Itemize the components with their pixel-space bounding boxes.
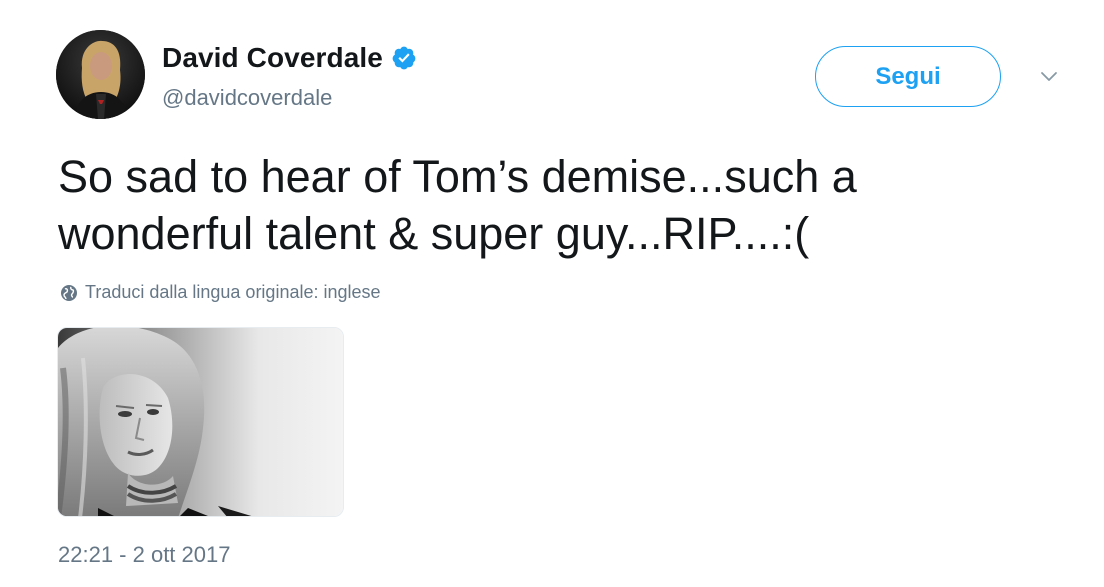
follow-button[interactable]: Segui bbox=[815, 46, 1001, 107]
avatar-image bbox=[56, 30, 145, 119]
author-name-row[interactable]: David Coverdale bbox=[162, 42, 417, 74]
tweet-text: So sad to hear of Tom’s demise...such a … bbox=[58, 148, 1038, 262]
tweet-text-line-2: wonderful talent & super guy...RIP....:( bbox=[58, 208, 810, 259]
author-avatar[interactable] bbox=[56, 30, 145, 119]
author-handle[interactable]: @davidcoverdale bbox=[162, 85, 332, 111]
author-display-name[interactable]: David Coverdale bbox=[162, 42, 383, 74]
verified-badge-icon bbox=[391, 45, 417, 71]
tweet-text-line-1: So sad to hear of Tom’s demise...such a bbox=[58, 151, 857, 202]
globe-icon bbox=[60, 284, 78, 302]
translate-label: Traduci dalla lingua originale: inglese bbox=[85, 282, 381, 302]
tweet-media-photo[interactable] bbox=[57, 327, 344, 517]
translate-link[interactable]: Traduci dalla lingua originale: inglese bbox=[60, 282, 381, 303]
tweet-card: David Coverdale @davidcoverdale Segui So… bbox=[0, 0, 1104, 587]
chevron-down-icon[interactable] bbox=[1036, 66, 1062, 88]
tweet-timestamp[interactable]: 22:21 - 2 ott 2017 bbox=[58, 542, 230, 568]
photo-image bbox=[58, 328, 343, 516]
